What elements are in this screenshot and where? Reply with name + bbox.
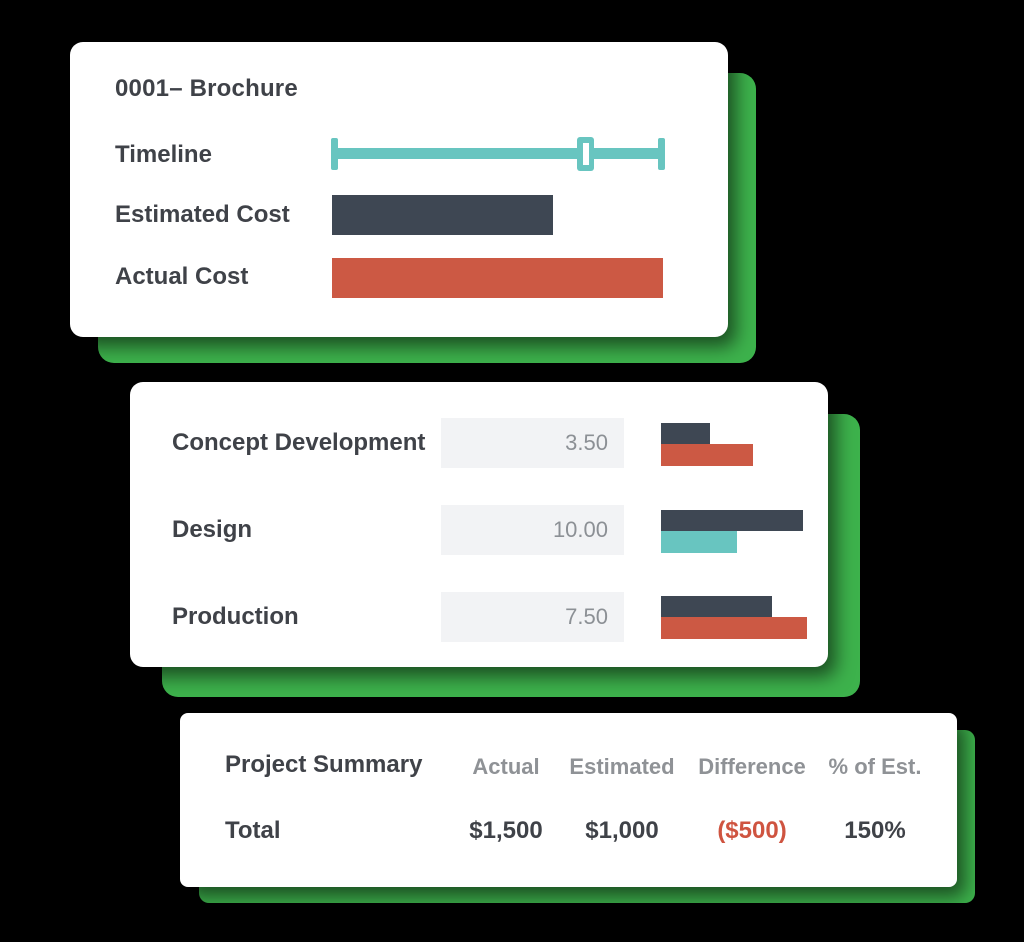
design-hours-input[interactable]	[441, 505, 624, 555]
actual-cost-label: Actual Cost	[115, 263, 248, 291]
task-label-production: Production	[172, 603, 299, 631]
estimated-cost-bar	[332, 195, 553, 235]
actual-cost-bar	[332, 258, 663, 298]
column-header-pct-of-est: % of Est.	[829, 753, 922, 781]
column-header-difference: Difference	[698, 753, 806, 781]
tasks-card: Concept Development Design Production	[130, 382, 828, 667]
minichart-estimated-bar	[661, 423, 710, 444]
minichart-actual-bar	[661, 531, 737, 553]
total-estimated-value: $1,000	[585, 817, 658, 845]
concept-development-hours-input[interactable]	[441, 418, 624, 468]
timeline-handle-slot	[583, 143, 589, 165]
task-label-concept-development: Concept Development	[172, 429, 425, 457]
timeline-start-cap	[331, 138, 338, 170]
timeline-handle[interactable]	[577, 137, 594, 171]
timeline-slider[interactable]	[331, 137, 665, 171]
total-actual-value: $1,500	[469, 817, 542, 845]
summary-title: Project Summary	[225, 751, 422, 779]
minichart-estimated-bar	[661, 596, 772, 617]
timeline-track	[333, 148, 663, 159]
minichart-actual-bar	[661, 617, 807, 639]
minichart-estimated-bar	[661, 510, 803, 531]
brochure-title: 0001– Brochure	[115, 75, 298, 103]
column-header-actual: Actual	[472, 753, 539, 781]
timeline-label: Timeline	[115, 141, 212, 169]
task-label-design: Design	[172, 516, 252, 544]
concept-development-minichart	[661, 423, 753, 466]
minichart-actual-bar	[661, 444, 753, 466]
timeline-end-cap	[658, 138, 665, 170]
design-minichart	[661, 510, 803, 553]
estimated-cost-label: Estimated Cost	[115, 201, 290, 229]
total-pct-value: 150%	[844, 817, 905, 845]
production-minichart	[661, 596, 807, 639]
column-header-estimated: Estimated	[569, 753, 674, 781]
total-difference-value: ($500)	[717, 817, 786, 845]
total-row-label: Total	[225, 817, 281, 845]
page-background: 0001– Brochure Timeline Estimated Cost A…	[0, 0, 1024, 942]
production-hours-input[interactable]	[441, 592, 624, 642]
brochure-card: 0001– Brochure Timeline Estimated Cost A…	[70, 42, 728, 337]
summary-card: Project Summary Actual Estimated Differe…	[180, 713, 957, 887]
